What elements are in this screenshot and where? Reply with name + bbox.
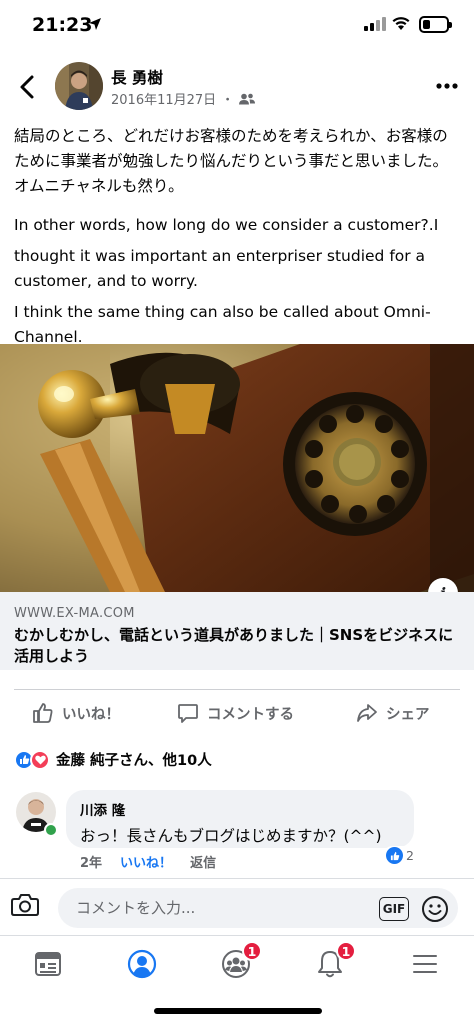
wifi-icon: [392, 17, 410, 30]
online-status-dot: [44, 823, 58, 837]
post-date[interactable]: 2016年11月27日: [111, 89, 216, 108]
link-preview-card[interactable]: WWW.EX-MA.COM むかしむかし、電話という道具がありました｜SNSをビ…: [0, 592, 474, 670]
comment-bubble[interactable]: 川添 隆 おっ！長さんもブログはじめますか？(^^): [66, 790, 414, 848]
comment-reaction-count[interactable]: 2: [383, 846, 417, 865]
gif-button[interactable]: GIF: [379, 897, 409, 921]
comment-like-button[interactable]: いいね！: [120, 852, 172, 871]
post-text-jp-1: 結局のところ、どれだけお客様のためを考えられか、お客様のために事業者が勉強したり…: [14, 127, 449, 170]
emoji-icon[interactable]: [421, 895, 449, 923]
nav-notifications[interactable]: 1: [310, 941, 356, 984]
battery-icon: [419, 16, 452, 33]
comment-meta: 2年 いいね！ 返信: [80, 852, 216, 871]
nav-profile[interactable]: [122, 944, 162, 984]
share-button[interactable]: シェア: [356, 690, 430, 736]
link-preview-image[interactable]: [0, 344, 474, 592]
love-reaction-icon: [30, 749, 50, 770]
like-button[interactable]: いいね！: [32, 690, 120, 736]
status-time: 21:23: [32, 14, 93, 36]
reactions-summary[interactable]: 金藤 純子さん、他10人: [14, 749, 212, 770]
friends-icon: [239, 93, 256, 104]
share-icon: [357, 704, 377, 722]
post-meta: 2016年11月27日 ・: [111, 89, 256, 108]
comment-reply-button[interactable]: 返信: [190, 852, 216, 871]
notifications-badge: 1: [336, 941, 356, 961]
status-bar: 21:23: [0, 0, 474, 52]
battery-level: [423, 20, 430, 29]
menu-icon: [413, 955, 437, 973]
comment-like-count: 2: [406, 848, 414, 863]
author-avatar[interactable]: [55, 62, 103, 110]
comment-label: コメントする: [207, 706, 294, 723]
signal-icon: [364, 17, 386, 31]
more-options-icon[interactable]: [432, 80, 462, 92]
news-feed-icon: [35, 952, 61, 976]
link-title: むかしむかし、電話という道具がありました｜SNSをビジネスに活用しよう: [14, 626, 454, 665]
home-indicator[interactable]: [154, 1008, 322, 1014]
meta-separator: ・: [221, 93, 235, 108]
author-name[interactable]: 長 勇樹: [111, 66, 163, 88]
share-label: シェア: [386, 706, 430, 723]
comment-icon: [178, 704, 198, 723]
post-text-en-2: thought it was important an enterpriser …: [14, 247, 426, 290]
post-text-jp-2: オムニチャネルも然り。: [14, 177, 184, 195]
comment-age: 2年: [80, 856, 103, 871]
like-label: いいね！: [62, 706, 120, 723]
reaction-names: 金藤 純子さん、他10人: [56, 753, 212, 769]
comment-button[interactable]: コメントする: [177, 690, 294, 736]
nav-menu[interactable]: [405, 944, 445, 984]
post-actions: いいね！ コメントする シェア: [0, 690, 474, 736]
comment-author[interactable]: 川添 隆: [80, 799, 400, 819]
thumbs-up-icon: [33, 703, 53, 723]
like-reaction-icon: [386, 847, 403, 864]
location-arrow-icon: [89, 18, 101, 30]
comment-text: おっ！長さんもブログはじめますか？(^^): [80, 827, 382, 845]
camera-icon[interactable]: [11, 893, 39, 917]
profile-icon: [127, 949, 157, 979]
comment-composer: GIF: [0, 878, 474, 934]
nav-news-feed[interactable]: [28, 944, 68, 984]
post-text: 結局のところ、どれだけお客様のためを考えられか、お客様のために事業者が勉強したり…: [14, 124, 460, 350]
nav-groups[interactable]: 1: [216, 941, 262, 984]
link-domain: WWW.EX-MA.COM: [14, 606, 135, 621]
post-text-en-3: I think the same thing can also be calle…: [14, 303, 431, 346]
post-text-en-1: In other words, how long do we consider …: [14, 216, 439, 234]
groups-badge: 1: [242, 941, 262, 961]
bottom-nav: 1 1: [0, 935, 474, 995]
back-button[interactable]: [16, 74, 40, 100]
